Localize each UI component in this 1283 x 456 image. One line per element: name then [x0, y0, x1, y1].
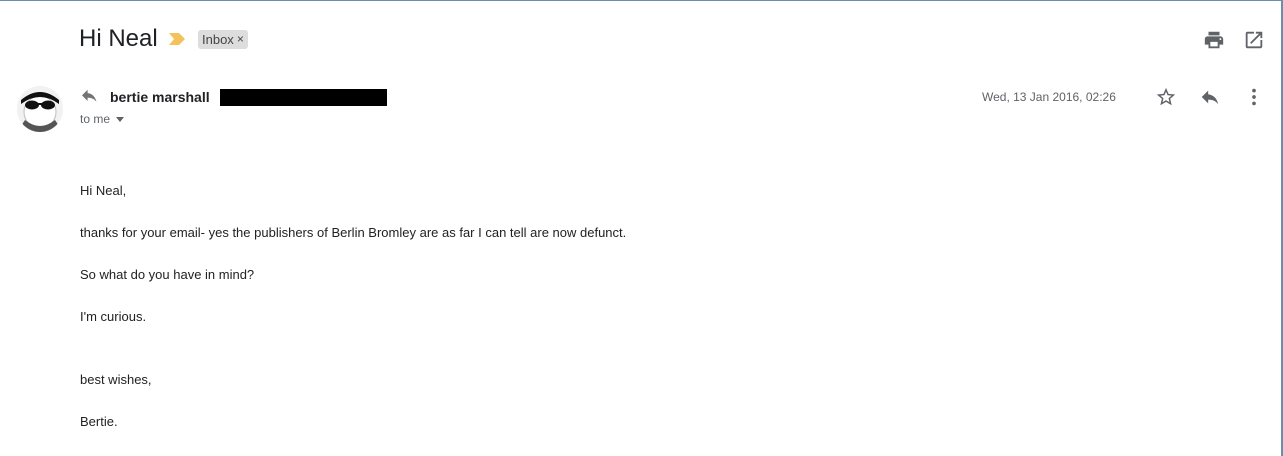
reply-arrow-icon: [82, 89, 97, 102]
body-paragraph: I'm curious.: [80, 309, 147, 324]
body-paragraph: Hi Neal,: [80, 183, 127, 198]
remove-label-button[interactable]: ×: [237, 30, 244, 49]
recipient-text: to me: [80, 112, 111, 126]
importance-marker-icon[interactable]: [168, 32, 186, 46]
sender-avatar[interactable]: [17, 86, 63, 132]
sender-name[interactable]: bertie marshall: [110, 88, 210, 106]
redacted-sender-email: [220, 89, 387, 106]
star-icon[interactable]: [1155, 86, 1177, 108]
chevron-down-icon: [116, 116, 125, 122]
email-subject: Hi Neal: [79, 25, 158, 52]
label-chip-inbox: Inbox ×: [198, 30, 248, 49]
body-paragraph: thanks for your email- yes the publisher…: [80, 225, 627, 240]
body-paragraph: So what do you have in mind?: [80, 267, 255, 282]
print-icon[interactable]: [1203, 29, 1225, 51]
more-vertical-icon[interactable]: [1243, 86, 1265, 108]
open-in-new-window-icon[interactable]: [1243, 29, 1265, 51]
label-chip-text: Inbox: [202, 32, 234, 47]
reply-icon[interactable]: [1199, 86, 1221, 108]
message-date: Wed, 13 Jan 2016, 02:26: [982, 90, 1116, 104]
recipient-details-toggle[interactable]: to me: [80, 111, 125, 127]
body-paragraph: best wishes,: [80, 372, 152, 387]
body-paragraph: Bertie.: [80, 414, 118, 429]
